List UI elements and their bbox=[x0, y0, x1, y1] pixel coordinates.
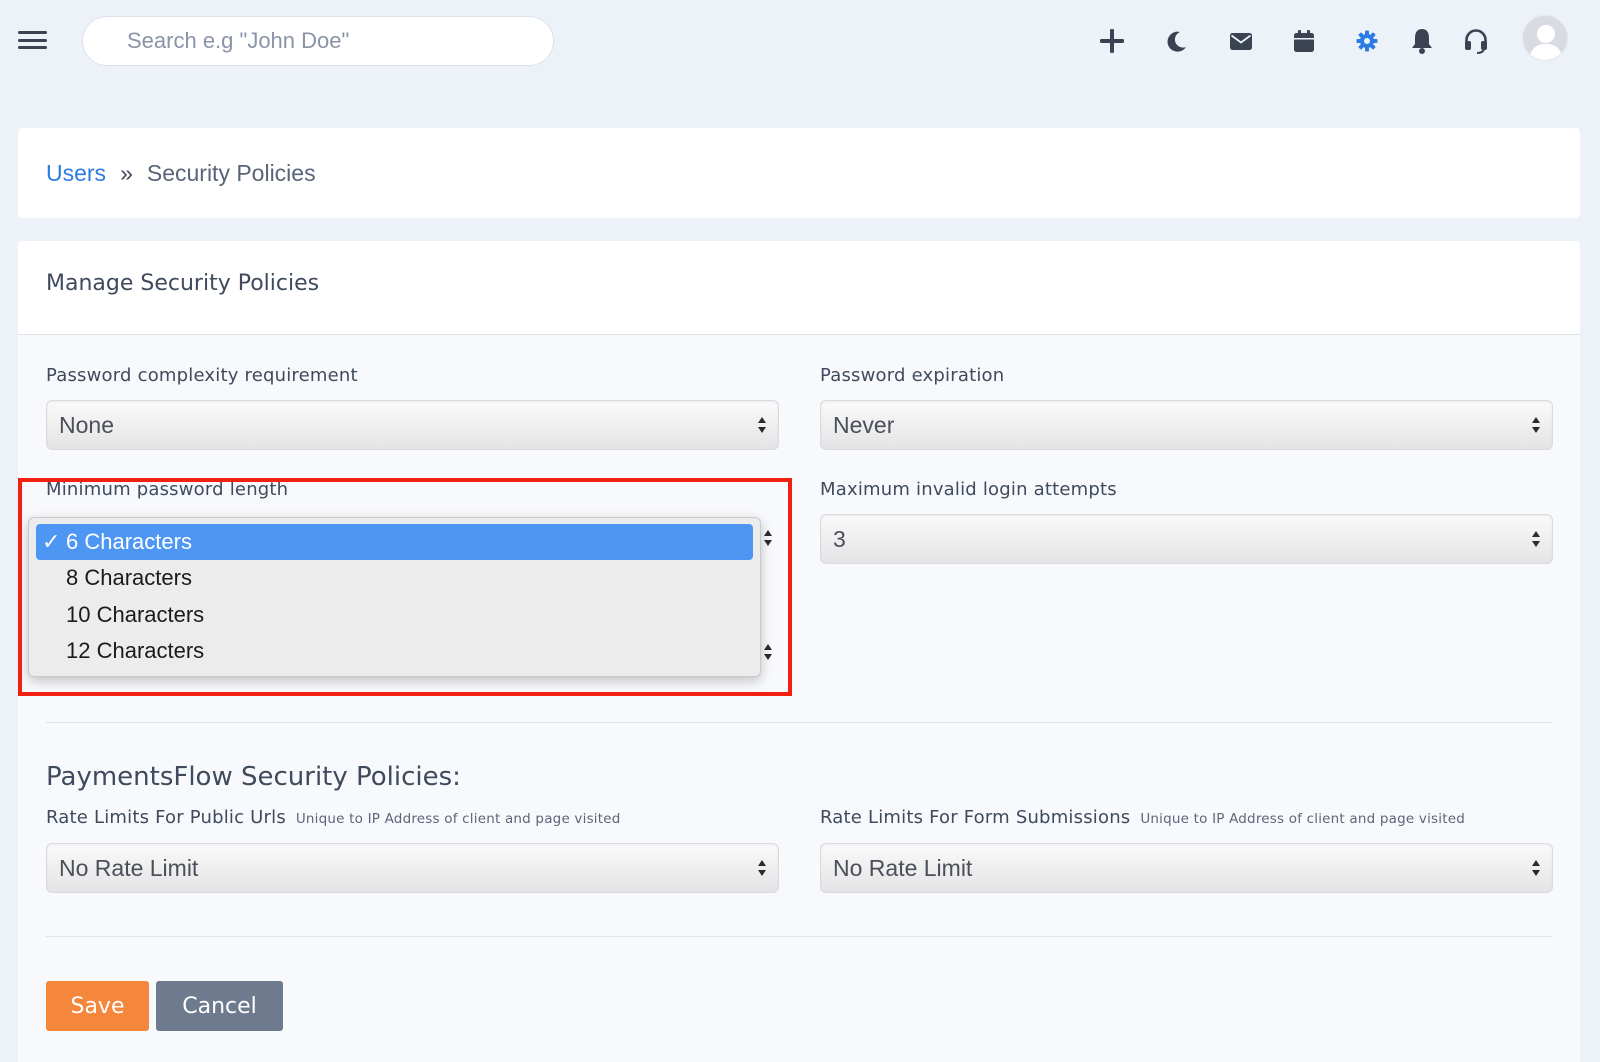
select-arrows-icon bbox=[1532, 417, 1540, 433]
breadcrumb-separator: » bbox=[120, 159, 133, 186]
max-invalid-logins-label: Maximum invalid login attempts bbox=[820, 479, 1117, 500]
password-expiration-value: Never bbox=[833, 411, 895, 438]
password-complexity-value: None bbox=[59, 411, 114, 438]
option-label: 8 Characters bbox=[66, 565, 192, 591]
option-label: 10 Characters bbox=[66, 601, 205, 627]
max-invalid-logins-value: 3 bbox=[833, 525, 846, 552]
save-button[interactable]: Save bbox=[46, 981, 149, 1031]
password-expiration-select[interactable]: Never bbox=[820, 400, 1553, 450]
option-label: 12 Characters bbox=[66, 638, 205, 664]
rate-limit-form-submissions-select[interactable]: No Rate Limit bbox=[820, 843, 1553, 893]
breadcrumb: Users » Security Policies bbox=[18, 128, 1580, 218]
rate-limit-public-urls-value: No Rate Limit bbox=[59, 854, 199, 881]
calendar-icon[interactable] bbox=[1287, 24, 1321, 58]
min-password-length-label: Minimum password length bbox=[46, 479, 289, 500]
rate-limit-public-urls-label: Rate Limits For Public Urls Unique to IP… bbox=[46, 807, 621, 828]
rate-limit-form-submissions-note: Unique to IP Address of client and page … bbox=[1140, 811, 1465, 827]
plus-icon[interactable] bbox=[1095, 24, 1129, 58]
password-complexity-select[interactable]: None bbox=[46, 400, 779, 450]
select-arrows-icon bbox=[758, 417, 766, 433]
select-arrows-icon bbox=[758, 860, 766, 876]
rate-limit-form-submissions-value: No Rate Limit bbox=[833, 854, 973, 881]
card-title: Manage Security Policies bbox=[46, 271, 320, 296]
divider bbox=[46, 936, 1552, 937]
hamburger-menu-icon[interactable] bbox=[18, 31, 47, 49]
headset-icon[interactable] bbox=[1459, 24, 1493, 58]
card-header: Manage Security Policies bbox=[18, 241, 1580, 335]
rate-limit-public-urls-label-text: Rate Limits For Public Urls bbox=[46, 807, 286, 828]
password-expiration-label: Password expiration bbox=[820, 365, 1005, 386]
breadcrumb-current: Security Policies bbox=[146, 159, 316, 186]
select-arrows-icon bbox=[764, 644, 772, 660]
rate-limit-form-submissions-label: Rate Limits For Form Submissions Unique … bbox=[820, 807, 1465, 828]
password-complexity-label: Password complexity requirement bbox=[46, 365, 358, 386]
min-password-length-option[interactable]: 10 Characters bbox=[29, 597, 760, 634]
select-arrows-icon bbox=[1532, 860, 1540, 876]
min-password-length-dropdown[interactable]: ✓ 6 Characters 8 Characters 10 Character… bbox=[28, 517, 761, 677]
mail-icon[interactable] bbox=[1224, 24, 1258, 58]
option-label: 6 Characters bbox=[66, 529, 192, 554]
max-invalid-logins-select[interactable]: 3 bbox=[820, 514, 1553, 564]
rate-limit-public-urls-note: Unique to IP Address of client and page … bbox=[295, 811, 621, 827]
top-bar bbox=[0, 0, 1600, 84]
bell-icon[interactable] bbox=[1405, 24, 1439, 58]
rate-limit-form-submissions-label-text: Rate Limits For Form Submissions bbox=[820, 807, 1131, 828]
divider bbox=[46, 722, 1552, 723]
gear-icon[interactable] bbox=[1350, 24, 1384, 58]
select-arrows-icon bbox=[764, 530, 772, 546]
min-password-length-option[interactable]: ✓ 6 Characters bbox=[36, 524, 753, 560]
cancel-button[interactable]: Cancel bbox=[156, 981, 283, 1031]
select-arrows-icon bbox=[1532, 531, 1540, 547]
paymentsflow-section-title: PaymentsFlow Security Policies: bbox=[46, 762, 461, 792]
breadcrumb-link-users[interactable]: Users bbox=[46, 160, 106, 187]
min-password-length-option[interactable]: 8 Characters bbox=[29, 560, 760, 597]
min-password-length-option[interactable]: 12 Characters bbox=[29, 633, 760, 670]
checkmark-icon: ✓ bbox=[42, 529, 61, 554]
rate-limit-public-urls-select[interactable]: No Rate Limit bbox=[46, 843, 779, 893]
search-input[interactable] bbox=[82, 16, 554, 66]
moon-icon[interactable] bbox=[1160, 24, 1194, 58]
avatar[interactable] bbox=[1522, 15, 1568, 61]
